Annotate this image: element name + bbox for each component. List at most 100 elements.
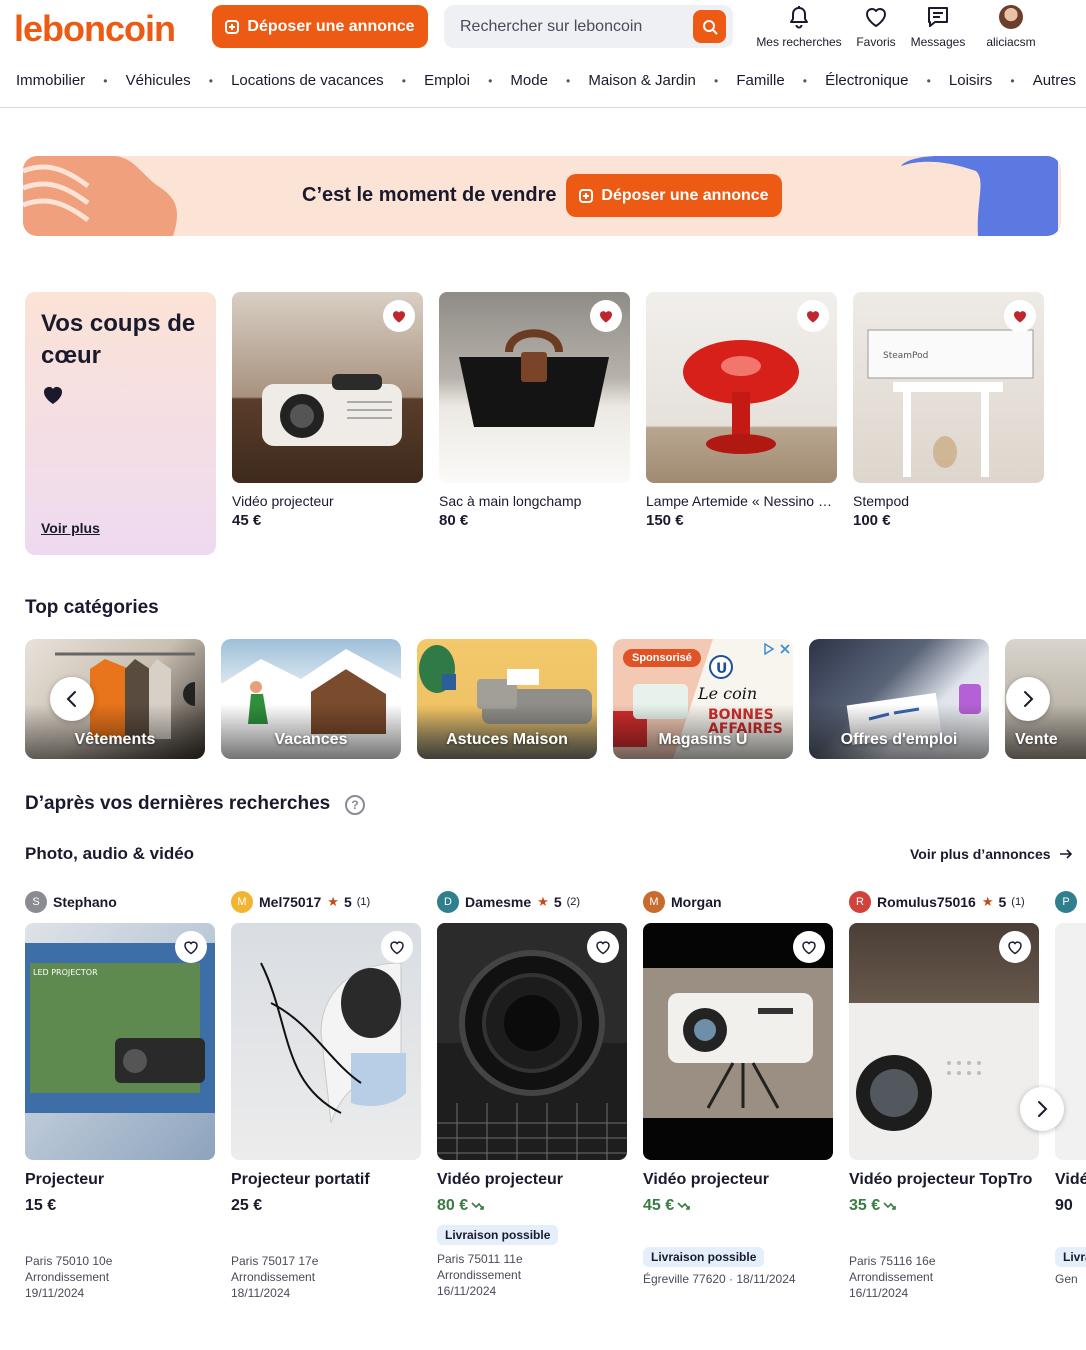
- favorite-item-image[interactable]: SteamPod: [853, 292, 1044, 483]
- category-famille[interactable]: Famille: [736, 72, 784, 89]
- listing-card[interactable]: R Romulus75016 ★ 5 (1) Vidéo projecteur …: [849, 890, 1039, 1301]
- leboncoin-logo[interactable]: leboncoin: [14, 8, 176, 50]
- search-button[interactable]: [693, 10, 726, 43]
- category-nav: Immobilier • Véhicules • Locations de vaca…: [16, 72, 1077, 89]
- seller-info[interactable]: P: [1055, 890, 1086, 914]
- chevron-left-icon: [66, 691, 76, 707]
- favorites-title: Vos coups de cœur: [41, 310, 196, 369]
- heart-filled-icon: [44, 387, 62, 404]
- top-category-label: Vacances: [274, 731, 348, 748]
- listing-card[interactable]: S Stephano LED PROJECTOR Projecteur 15 €…: [25, 890, 215, 1301]
- top-category-card[interactable]: Vacances: [221, 639, 401, 759]
- favorite-item[interactable]: Lampe Artemide « Nessino » rouge 150 €: [646, 292, 837, 529]
- favorite-toggle-button[interactable]: [793, 931, 825, 963]
- category-electronique[interactable]: Électronique: [825, 72, 908, 89]
- see-more-ads-link[interactable]: Voir plus d’annonces: [910, 846, 1073, 862]
- listing-location: Paris 75011 11e: [437, 1252, 523, 1266]
- category-emploi[interactable]: Emploi: [424, 72, 470, 89]
- carousel-next-button[interactable]: [1006, 677, 1050, 721]
- nav-favorites[interactable]: Favoris: [848, 4, 904, 49]
- favorite-item[interactable]: SteamPod Stempod 100 €: [853, 292, 1044, 529]
- listing-card[interactable]: M Mel75017 ★ 5 (1) Projecteur portatif 2…: [231, 890, 421, 1301]
- top-category-card[interactable]: Astuces Maison: [417, 639, 597, 759]
- category-mode[interactable]: Mode: [510, 72, 548, 89]
- listing-image[interactable]: [849, 923, 1039, 1160]
- listing-location: Paris 75116 16e: [849, 1254, 936, 1268]
- category-maison-jardin[interactable]: Maison & Jardin: [588, 72, 696, 89]
- top-header: leboncoin Déposer une annonce Mes recher…: [0, 0, 1086, 108]
- projector-box-image: LED PROJECTOR: [25, 943, 215, 1113]
- listing-card[interactable]: M Morgan Vidéo projecteur 45 € Livraison…: [643, 890, 833, 1287]
- favorite-toggle-button[interactable]: [587, 931, 619, 963]
- seller-info[interactable]: D Damesme ★ 5 (2): [437, 890, 627, 914]
- message-icon: [928, 7, 948, 27]
- favorite-toggle-button[interactable]: [999, 931, 1031, 963]
- white-projector-image: [643, 968, 833, 1118]
- top-categories-title: Top catégories: [25, 597, 159, 618]
- toptro-projector-image: [849, 1003, 1039, 1160]
- top-categories-carousel: Vêtements Vacances Astuces Maison U Le co…: [25, 639, 1086, 759]
- help-icon[interactable]: ?: [345, 795, 365, 815]
- favorites-see-more-link[interactable]: Voir plus: [41, 520, 100, 536]
- recent-category-title: Photo, audio & vidéo: [25, 844, 195, 863]
- ad-choices-icon[interactable]: [763, 643, 791, 655]
- listing-image[interactable]: [437, 923, 627, 1160]
- listing-location-detail: Arrondissement: [849, 1270, 934, 1284]
- top-category-card[interactable]: ULe coinBONNESAFFAIRES Sponsorisé Magasi…: [613, 639, 793, 759]
- favorite-item-name: Vidéo projecteur: [232, 493, 334, 509]
- listing-card[interactable]: D Damesme ★ 5 (2) Vidéo projecteur 80 € …: [437, 890, 627, 1299]
- favorite-item-price: 100 €: [853, 512, 891, 529]
- favorite-toggle-button[interactable]: [383, 300, 415, 332]
- favorite-toggle-button[interactable]: [590, 300, 622, 332]
- seller-avatar: R: [849, 891, 871, 913]
- chevron-right-icon: [1038, 1101, 1048, 1117]
- listings-carousel: S Stephano LED PROJECTOR Projecteur 15 €…: [25, 890, 1086, 1310]
- favorite-toggle-button[interactable]: [381, 931, 413, 963]
- nav-user[interactable]: aliciacsm: [972, 4, 1050, 49]
- category-immobilier[interactable]: Immobilier: [16, 72, 85, 89]
- seller-info[interactable]: R Romulus75016 ★ 5 (1): [849, 890, 1039, 914]
- favorite-toggle-button[interactable]: [1004, 300, 1036, 332]
- category-autres[interactable]: Autres: [1033, 72, 1076, 89]
- listing-image[interactable]: [231, 923, 421, 1160]
- nav-my-searches[interactable]: Mes recherches: [750, 4, 848, 49]
- listing-image[interactable]: [643, 923, 833, 1160]
- favorite-item-name: Stempod: [853, 493, 910, 509]
- top-category-card[interactable]: Offres d'emploi: [809, 639, 989, 759]
- seller-avatar: M: [231, 891, 253, 913]
- svg-text:Le coin: Le coin: [697, 684, 757, 703]
- user-nav: Mes recherches Favoris Messages aliciacs…: [750, 4, 1050, 49]
- category-vehicules[interactable]: Véhicules: [126, 72, 191, 89]
- favorite-item-image[interactable]: [646, 292, 837, 483]
- seller-rating: 5: [343, 894, 352, 910]
- favorite-item-name: Sac à main longchamp: [439, 493, 582, 509]
- favorite-item[interactable]: Sac à main longchamp 80 €: [439, 292, 630, 529]
- favorite-item-image[interactable]: [439, 292, 630, 483]
- category-loisirs[interactable]: Loisirs: [949, 72, 992, 89]
- listing-title: Vidéo projecteur TopTro: [849, 1171, 1033, 1188]
- favorite-toggle-button[interactable]: [797, 300, 829, 332]
- nav-messages[interactable]: Messages: [904, 4, 972, 49]
- listing-image[interactable]: [1055, 923, 1086, 1160]
- seller-rating: 5: [553, 894, 562, 910]
- bell-icon: [790, 6, 808, 29]
- seller-info[interactable]: M Morgan: [643, 890, 833, 914]
- seller-avatar: M: [643, 891, 665, 913]
- svg-text:SteamPod: SteamPod: [883, 351, 928, 361]
- listing-card[interactable]: P Vidéo 90 Livraison possible Gen: [1055, 890, 1086, 1287]
- banner-post-ad-button[interactable]: Déposer une annonce: [566, 174, 782, 217]
- listings-next-button[interactable]: [1020, 1087, 1064, 1131]
- seller-info[interactable]: S Stephano: [25, 890, 215, 914]
- listing-price: 15 €: [25, 1197, 57, 1214]
- favorite-toggle-button[interactable]: [175, 931, 207, 963]
- seller-info[interactable]: M Mel75017 ★ 5 (1): [231, 890, 421, 914]
- favorite-item-image[interactable]: [232, 292, 423, 483]
- carousel-prev-button[interactable]: [50, 677, 94, 721]
- search-input[interactable]: [444, 5, 689, 48]
- category-locations-vacances[interactable]: Locations de vacances: [231, 72, 384, 89]
- delivery-badge: Livraison possible: [1055, 1247, 1086, 1267]
- favorite-item[interactable]: Vidéo projecteur 45 €: [232, 292, 423, 529]
- listing-image[interactable]: LED PROJECTOR: [25, 923, 215, 1160]
- post-ad-button[interactable]: Déposer une annonce: [212, 5, 428, 48]
- heart-filled-icon: [600, 310, 612, 322]
